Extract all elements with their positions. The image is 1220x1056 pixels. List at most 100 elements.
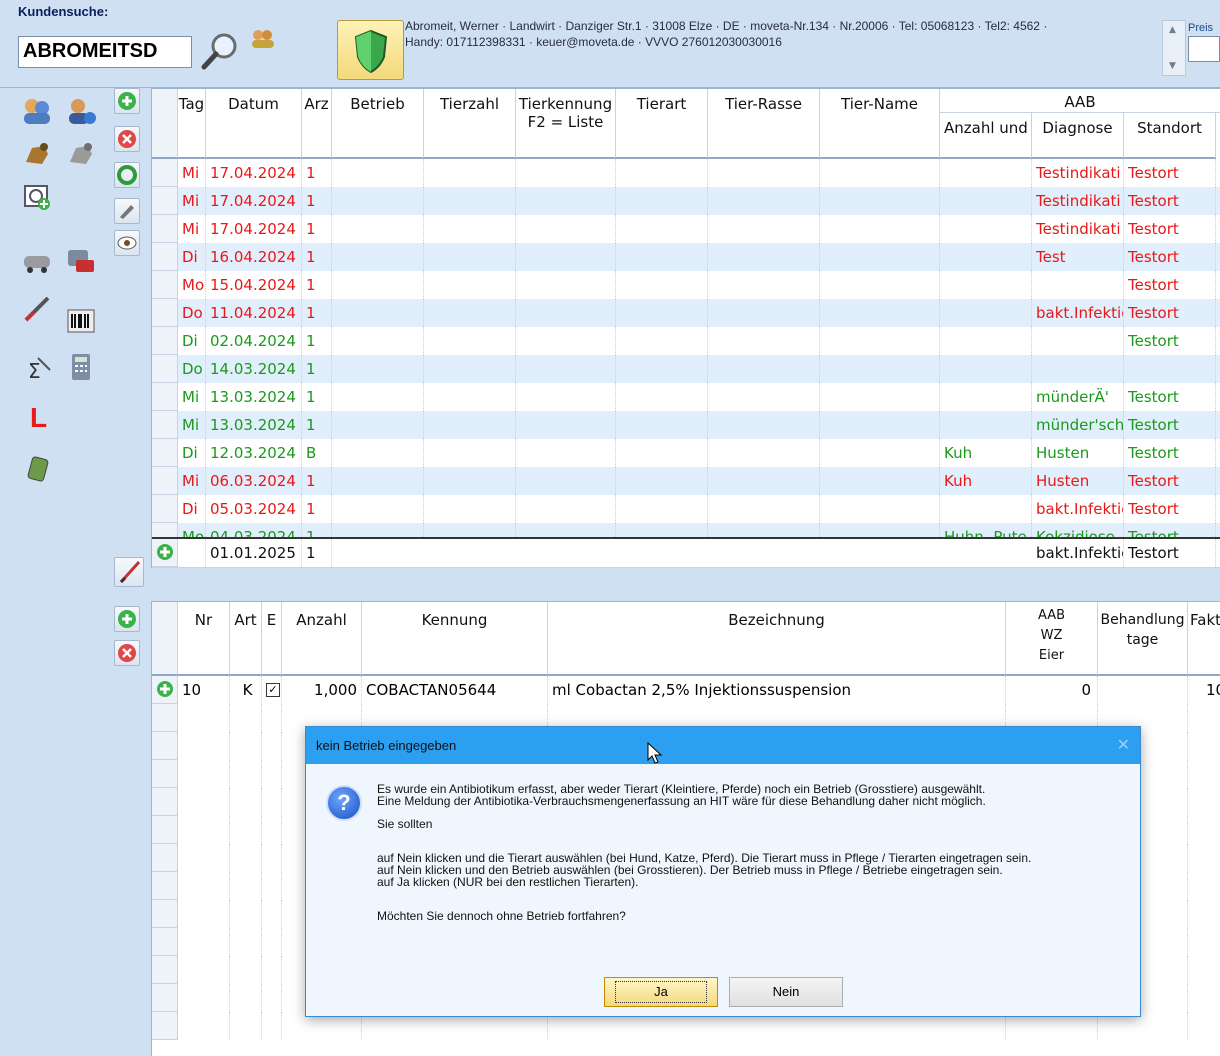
delete-button[interactable] [114,126,140,152]
cell-betrieb[interactable] [332,411,424,439]
cell-tierzahl[interactable] [424,495,516,523]
new-standort-cell[interactable]: Testort [1124,539,1216,567]
empty-cell[interactable] [262,900,282,928]
add-button[interactable] [114,88,140,114]
cell-diagnose[interactable]: Test [1032,243,1124,271]
cell-tierrasse[interactable] [708,271,820,299]
cell-betrieb[interactable] [332,271,424,299]
cell-anzahl[interactable] [940,355,1032,383]
cell-standort[interactable]: Testort [1124,187,1216,215]
cell-tierzahl[interactable] [424,243,516,271]
cell-tierkennung[interactable] [516,355,616,383]
col-anzahl[interactable]: Anzahl und T [940,113,1032,159]
new-tag-cell[interactable] [178,539,206,567]
empty-cell[interactable] [178,984,230,1012]
cell-tierkennung[interactable] [516,439,616,467]
empty-cell[interactable] [178,956,230,984]
cell-datum[interactable]: 02.04.2024 [206,327,302,355]
col-kennung[interactable]: Kennung [362,602,548,676]
cell-tiername[interactable] [820,383,940,411]
cell-diagnose[interactable]: münder'sch [1032,411,1124,439]
cell-tiername[interactable] [820,159,940,187]
cell-arzt[interactable]: 1 [302,187,332,215]
col-anzahl-2[interactable]: Anzahl [282,602,362,676]
empty-cell[interactable] [230,816,262,844]
empty-cell[interactable] [262,928,282,956]
treatment-row[interactable]: Do 14.03.2024 1 [152,355,1220,383]
cell-tierkennung[interactable] [516,215,616,243]
delete-item-button[interactable] [114,640,140,666]
cell-tierart[interactable] [616,467,708,495]
row-selector[interactable] [152,816,178,844]
empty-cell[interactable] [178,788,230,816]
cell-tag[interactable]: Di [178,439,206,467]
empty-cell[interactable] [230,872,262,900]
cell-anzahl[interactable] [940,215,1032,243]
cell-standort[interactable]: Testort [1124,383,1216,411]
cell-tierkennung[interactable] [516,467,616,495]
row-selector[interactable] [152,439,178,467]
cell-tierkennung[interactable] [516,159,616,187]
cell-tierart[interactable] [616,439,708,467]
cell-tag[interactable]: Di [178,327,206,355]
cell-diagnose[interactable]: Husten [1032,439,1124,467]
cell-anzahl[interactable] [940,271,1032,299]
cell-tiername[interactable] [820,355,940,383]
cell-standort[interactable]: Testort [1124,215,1216,243]
treatment-row[interactable]: Di 02.04.2024 1 Testort [152,327,1220,355]
cell-betrieb[interactable] [332,327,424,355]
col-tag[interactable]: Tag [178,89,206,159]
empty-cell[interactable] [262,704,282,732]
cell-diagnose[interactable]: Testindikati [1032,187,1124,215]
cell-datum[interactable]: 16.04.2024 [206,243,302,271]
calendar-add-icon[interactable] [22,180,52,210]
empty-cell[interactable] [230,928,262,956]
row-selector[interactable] [152,327,178,355]
treatment-row[interactable]: Mo 15.04.2024 1 Testort [152,271,1220,299]
no-button[interactable]: Nein [729,977,843,1007]
empty-cell[interactable] [230,1012,262,1040]
empty-cell[interactable] [230,732,262,760]
row-selector[interactable] [152,243,178,271]
col-bezeichnung[interactable]: Bezeichnung [548,602,1006,676]
sum-tool-icon[interactable]: Σ [22,354,52,384]
cell-tierart[interactable] [616,243,708,271]
cell-tierkennung[interactable] [516,411,616,439]
cell-anzahl[interactable] [940,327,1032,355]
cell-diagnose[interactable]: Testindikati [1032,159,1124,187]
cell-anzahl[interactable] [940,411,1032,439]
empty-cell[interactable] [230,704,262,732]
item-nr[interactable]: 10 [178,676,230,704]
cell-tiername[interactable] [820,327,940,355]
new-entry-row[interactable]: 01.01.2025 1 bakt.Infektic Testort [152,537,1220,567]
cell-tag[interactable]: Mi [178,467,206,495]
cell-tierrasse[interactable] [708,159,820,187]
col-fakt[interactable]: Fakt [1188,602,1220,676]
item-wz[interactable]: 0 [1006,676,1098,704]
empty-cell[interactable] [1188,1012,1220,1040]
cell-tiername[interactable] [820,271,940,299]
empty-cell[interactable] [262,732,282,760]
cell-anzahl[interactable] [940,383,1032,411]
empty-cell[interactable] [1188,900,1220,928]
empty-cell[interactable] [262,788,282,816]
cell-tiername[interactable] [820,187,940,215]
cell-standort[interactable]: Testort [1124,243,1216,271]
cell-tag[interactable]: Mi [178,411,206,439]
view-button[interactable] [114,230,140,256]
cell-tiername[interactable] [820,299,940,327]
search-icon[interactable] [198,30,242,72]
cell-standort[interactable]: Testort [1124,411,1216,439]
cell-anzahl[interactable] [940,299,1032,327]
van-icon[interactable] [66,246,96,276]
empty-cell[interactable] [230,788,262,816]
cell-tierrasse[interactable] [708,495,820,523]
col-tierrasse[interactable]: Tier-Rasse [708,89,820,159]
cell-arzt[interactable]: 1 [302,383,332,411]
cell-tiername[interactable] [820,495,940,523]
cell-standort[interactable]: Testort [1124,327,1216,355]
cell-betrieb[interactable] [332,187,424,215]
cell-diagnose[interactable] [1032,271,1124,299]
treatment-row[interactable]: Di 12.03.2024 B Kuh Husten Testort [152,439,1220,467]
row-selector[interactable] [152,928,178,956]
